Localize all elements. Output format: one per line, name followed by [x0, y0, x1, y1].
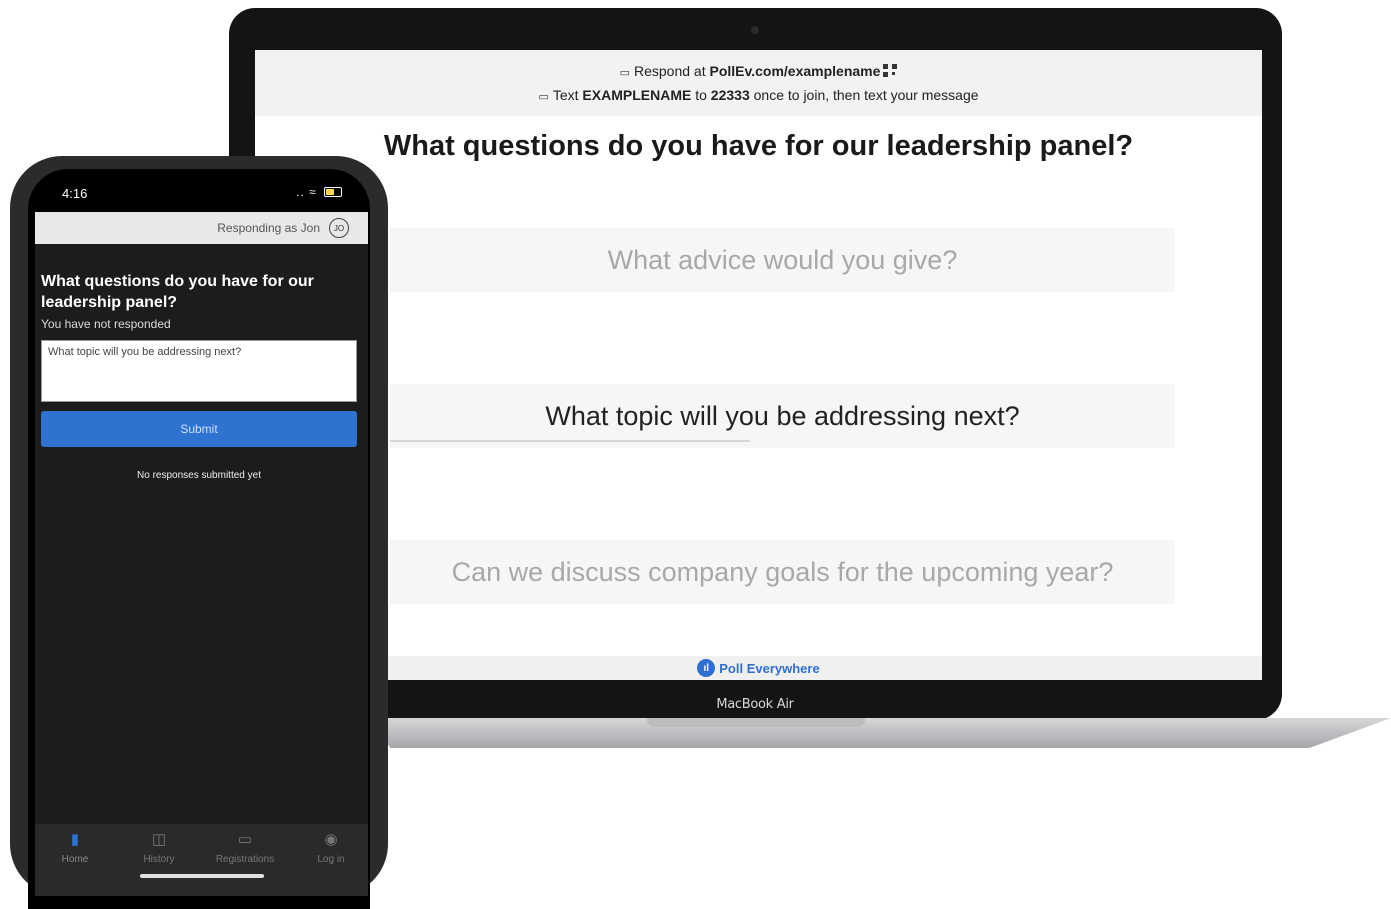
highlight-underline [390, 440, 750, 442]
response-input[interactable]: What topic will you be addressing next? [41, 340, 357, 402]
responding-as-bar[interactable]: Responding as Jon JO [35, 212, 368, 244]
laptop-base [370, 718, 1391, 748]
brand-name: Poll Everywhere [719, 660, 820, 676]
respond-url[interactable]: PollEv.com/examplename [709, 63, 880, 79]
response-card: Can we discuss company goals for the upc… [390, 540, 1175, 604]
phone-screen: 4:16 .. ≈ Responding as Jon JO What ques… [28, 169, 370, 909]
tab-home[interactable]: ▮ Home [35, 830, 115, 865]
bottom-tab-bar: ▮ Home ◫ History ▭ Registrations ◉ Log i… [35, 824, 368, 896]
laptop-model-label: MacBook Air [716, 697, 794, 712]
status-icons: .. ≈ [296, 185, 342, 199]
message-icon: ▭ [538, 91, 549, 103]
phone-notch [120, 169, 280, 201]
response-card-highlighted: What topic will you be addressing next? [390, 384, 1175, 448]
home-indicator [140, 874, 264, 878]
text-keyword: EXAMPLENAME [582, 87, 692, 103]
battery-icon [324, 187, 342, 197]
respond-instruction: ▭ Respond at PollEv.com/examplename [255, 63, 1262, 79]
phone-frame: 4:16 .. ≈ Responding as Jon JO What ques… [10, 156, 388, 909]
camera-icon [751, 26, 759, 34]
tab-history[interactable]: ◫ History [119, 830, 199, 865]
response-status: You have not responded [41, 317, 171, 331]
responding-as-label: Responding as Jon [217, 221, 320, 235]
monitor-icon: ▭ [619, 67, 630, 79]
wifi-icon: ≈ [309, 185, 317, 199]
response-card: What advice would you give? [390, 228, 1175, 292]
tab-registrations[interactable]: ▭ Registrations [205, 830, 285, 865]
avatar[interactable]: JO [329, 218, 349, 238]
user-icon: ◉ [324, 831, 338, 848]
status-time: 4:16 [62, 186, 88, 201]
phone-content: What questions do you have for our leade… [35, 244, 368, 824]
instructions-bar: ▭ Respond at PollEv.com/examplename ▭ Text… [255, 50, 1262, 116]
qr-code-icon [883, 64, 898, 77]
brand-footer: ıl Poll Everywhere [255, 656, 1262, 680]
text-number: 22333 [710, 87, 750, 103]
tab-log-in[interactable]: ◉ Log in [291, 830, 370, 865]
laptop-screen: ▭ Respond at PollEv.com/examplename ▭ Text… [255, 50, 1262, 680]
history-icon: ◫ [151, 831, 167, 848]
no-responses-message: No responses submitted yet [137, 470, 261, 481]
text-instruction: ▭ Text EXAMPLENAME to 22333 once to join,… [538, 87, 979, 103]
poll-everywhere-logo-icon: ıl [697, 659, 716, 677]
presentation-question: What questions do you have for our leade… [383, 130, 1134, 162]
submit-button[interactable]: Submit [41, 411, 357, 447]
registrations-icon: ▭ [237, 831, 253, 848]
bar-chart-icon: ▮ [70, 831, 80, 848]
laptop-notch [647, 718, 865, 727]
phone-question: What questions do you have for our leade… [41, 273, 314, 311]
signal-icon: .. [296, 185, 305, 199]
